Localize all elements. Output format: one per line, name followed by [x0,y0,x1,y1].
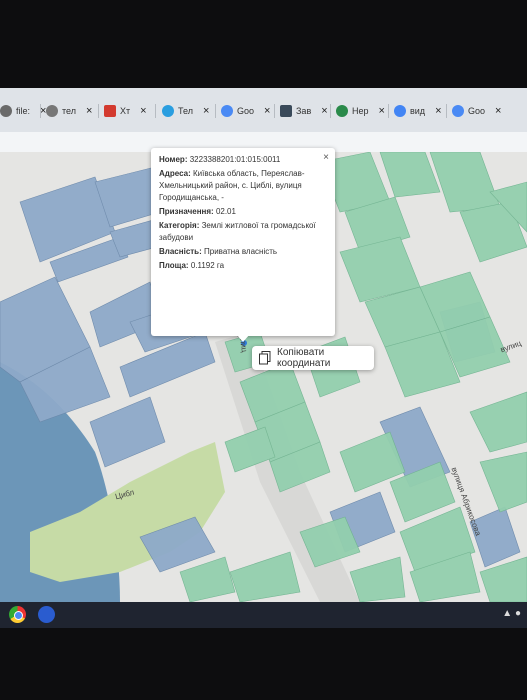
site-icon [336,105,348,117]
close-icon[interactable]: × [321,105,327,117]
copy-coordinates-label[interactable]: Копіювати координати [277,347,374,369]
tab-tel[interactable]: тел × [46,100,92,122]
close-icon[interactable]: × [495,105,501,117]
x-brand-icon [104,105,116,117]
label: Площа: [159,261,189,270]
close-icon[interactable]: × [203,105,209,117]
taskbar: ▲ ● [0,602,527,628]
tab-label: Goo [237,106,255,116]
tab-label: Goo [468,106,486,116]
tab-label: Хт [120,106,131,116]
label: Власність: [159,247,202,256]
close-icon[interactable]: × [379,105,385,117]
google-icon [452,105,464,117]
parcel-number: 3223388201:01:015:0011 [189,155,281,164]
chrome-icon[interactable] [9,606,26,623]
e-icon [280,105,292,117]
tab-label: file: [16,106,31,116]
parcel-area: 0.1192 га [190,261,225,270]
parcel-ownership: Приватна власність [204,247,278,256]
tab-google[interactable]: Goo × [221,100,270,122]
tab-bar: file: × тел × Хт × Тел × Goo × Зав × Нер × вид ×… [0,88,527,132]
close-icon[interactable]: × [435,105,441,117]
file-icon [0,105,12,117]
tab-label: Тел [178,106,193,116]
globe-icon [46,105,58,117]
telegram-icon [162,105,174,117]
parcel-category-row: Категорія: Землі житлової та громадської… [159,220,327,244]
tab-label: тел [62,106,76,116]
close-icon[interactable]: × [323,152,329,164]
tab-label: Зав [296,106,312,116]
google-icon [221,105,233,117]
close-icon[interactable]: × [264,105,270,117]
tab-telegram[interactable]: Тел × [162,100,209,122]
popup-pointer [236,334,250,342]
tray-arrow-icon[interactable]: ▲ ● [502,608,521,619]
parcel-area-row: Площа: 0.1192 га [159,260,327,272]
label: Номер: [159,155,188,164]
app-icon[interactable] [38,606,55,623]
tab-ner[interactable]: Нер × [336,100,385,122]
tab-label: вид [410,106,426,116]
tab-vid[interactable]: вид × [394,100,442,122]
parcel-number-row: Номер: 3223388201:01:015:0011 [159,154,327,166]
label: Категорія: [159,221,200,230]
copy-icon [259,351,271,365]
copy-coordinates-menu[interactable]: Копіювати координати [252,346,374,370]
parcel-purpose: 02.01 [215,207,236,216]
tab-label: Нер [352,106,369,116]
google-g-icon [394,105,406,117]
label: Призначення: [159,207,214,216]
tab-zav[interactable]: Зав × [280,100,328,122]
parcel-info-popup: × Номер: 3223388201:01:015:0011 Адреса: … [151,148,335,336]
tab-google-2[interactable]: Goo × [452,100,501,122]
close-icon[interactable]: × [86,105,92,117]
parcel-ownership-row: Власність: Приватна власність [159,246,327,258]
parcel-address-row: Адреса: Київська область, Переяслав-Хмел… [159,168,327,204]
close-icon[interactable]: × [140,105,146,117]
label: Адреса: [159,169,191,178]
tab-ht[interactable]: Хт × [104,100,147,122]
parcel-purpose-row: Призначення: 02.01 [159,206,327,218]
